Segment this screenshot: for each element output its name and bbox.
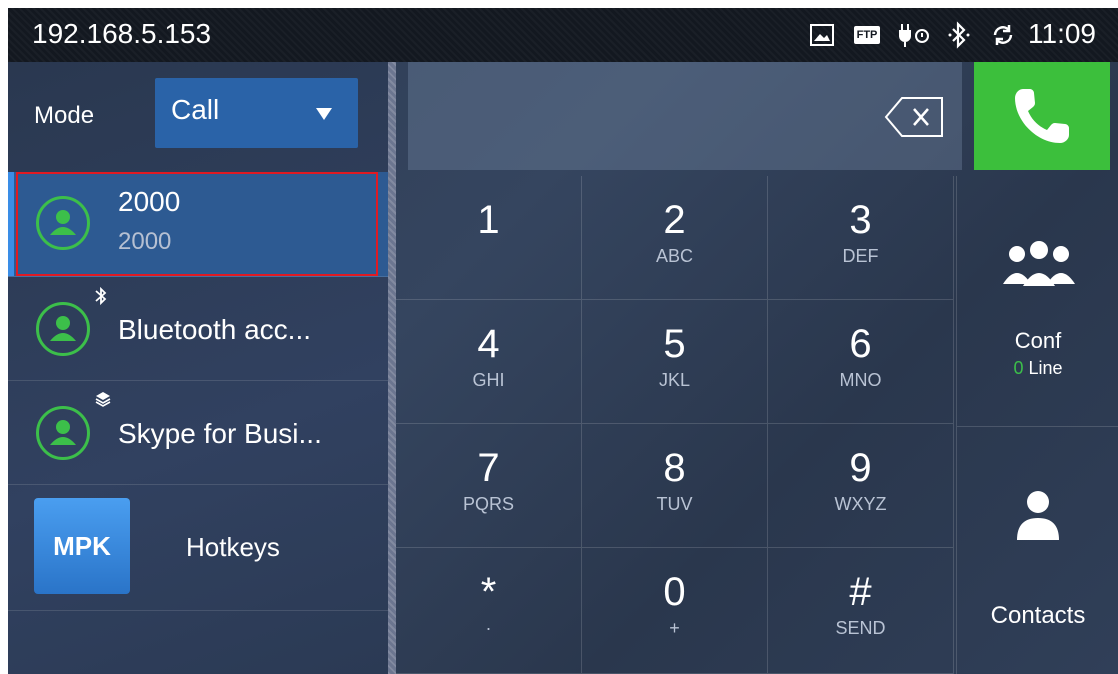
key-letters: TUV [656,494,693,514]
ftp-icon: FTP [850,20,884,50]
status-bar: 192.168.5.153 FTP 11:09 [8,8,1118,62]
sync-icon [988,20,1018,50]
contacts-button[interactable]: Contacts [957,426,1118,674]
key-8[interactable]: 8 TUV [582,424,768,548]
account-title: 2000 [118,186,181,217]
side-panel: Conf 0 Line Contacts [956,176,1118,674]
key-4[interactable]: 4 GHI [396,300,582,424]
key-9[interactable]: 9 WXYZ [768,424,954,548]
mode-dropdown[interactable]: Call [155,78,358,148]
conf-line-label: Line [1023,358,1063,378]
backspace-icon[interactable] [884,94,946,140]
account-subtitle: 2000 [118,228,172,255]
account-item-2000[interactable]: 2000 2000 [8,172,388,277]
key-digit: 4 [477,322,500,366]
key-letters: · [485,618,492,638]
bluetooth-icon [946,20,972,50]
key-digit: 5 [663,322,686,366]
dial-keypad: 1 2 ABC 3 DEF 4 GHI 5 JKL 6 MNO 7 PQRS 8… [396,176,956,674]
selection-indicator [8,172,14,276]
key-digit: 0 [663,570,686,614]
key-letters: + [669,618,680,638]
mode-value: Call [171,94,220,125]
hotkeys-label: Hotkeys [186,532,280,562]
key-digit: 6 [849,322,872,366]
key-letters: ABC [655,246,693,266]
key-letters: SEND [835,618,886,638]
key-0[interactable]: 0 + [582,548,768,674]
phone-screen: 192.168.5.153 FTP 11:09 Mode Call 2000 2… [8,8,1118,674]
key-digit: * [480,570,497,614]
hotkeys-item[interactable]: MPK Hotkeys [8,484,388,611]
account-title: Skype for Busi... [118,418,322,449]
account-item-bluetooth[interactable]: Bluetooth acc... [8,276,388,381]
conf-line-count: 0 [1013,358,1024,378]
conf-button[interactable]: Conf 0 Line [957,176,1118,427]
key-7[interactable]: 7 PQRS [396,424,582,548]
key-1[interactable]: 1 [396,176,582,300]
key-digit: 1 [477,198,500,242]
ftp-label: FTP [853,26,881,44]
conf-line-status: 0 Line [957,358,1118,379]
usb-icon [894,20,934,50]
pane-divider [388,62,396,674]
key-hash[interactable]: # SEND [768,548,954,674]
mpk-icon: MPK [34,498,130,594]
account-item-skype[interactable]: Skype for Busi... [8,380,388,485]
clock: 11:09 [1028,18,1096,49]
key-digit: # [849,570,872,614]
key-digit: 9 [849,446,872,490]
ip-address: 192.168.5.153 [32,18,212,49]
account-avatar-icon [36,406,90,460]
key-letters: GHI [472,370,505,390]
conf-label: Conf [1014,328,1062,353]
dropdown-caret-icon [316,108,332,120]
key-digit: 2 [663,198,686,242]
account-panel: Mode Call 2000 2000 Bluetooth acc... Sky… [8,62,388,674]
key-digit: 8 [663,446,686,490]
dial-input[interactable] [408,62,962,170]
phone-icon [1015,89,1069,143]
account-avatar-icon [36,196,90,250]
image-icon [808,20,836,50]
key-letters: DEF [842,246,879,266]
key-digit: 3 [849,198,872,242]
contacts-label: Contacts [990,602,1086,629]
key-letters: MNO [839,370,882,390]
key-6[interactable]: 6 MNO [768,300,954,424]
account-avatar-icon [36,302,90,356]
key-letters: JKL [658,370,691,390]
key-digit: 7 [477,446,500,490]
key-letters: PQRS [462,494,514,514]
conference-icon [1003,241,1075,286]
bluetooth-icon [94,286,108,311]
call-button[interactable] [974,62,1110,170]
mode-label: Mode [34,102,95,129]
layers-icon [94,390,112,413]
contact-person-icon [1017,491,1059,540]
mode-row: Mode Call [8,62,388,172]
key-2[interactable]: 2 ABC [582,176,768,300]
account-title: Bluetooth acc... [118,314,312,345]
key-letters: WXYZ [834,494,887,514]
key-star[interactable]: * · [396,548,582,674]
key-3[interactable]: 3 DEF [768,176,954,300]
key-5[interactable]: 5 JKL [582,300,768,424]
